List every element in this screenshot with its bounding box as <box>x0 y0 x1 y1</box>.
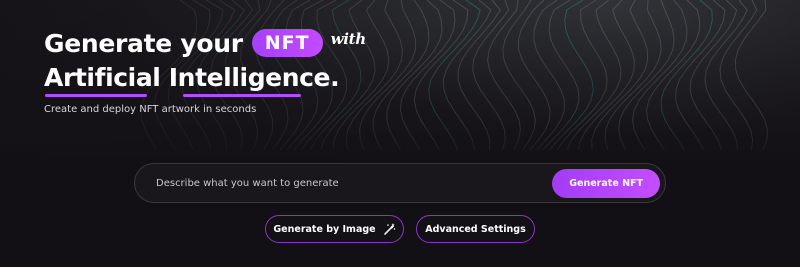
with-script-text: with <box>330 30 367 48</box>
title-underline-intelligence <box>183 94 301 97</box>
generate-by-image-button[interactable]: Generate by Image <box>265 215 404 243</box>
magic-wand-icon <box>383 223 395 235</box>
hero-title-line1: Generate your NFT with <box>44 26 366 60</box>
generate-nft-button[interactable]: Generate NFT <box>552 168 660 198</box>
generate-by-image-label: Generate by Image <box>273 223 376 235</box>
prompt-bar: Generate NFT <box>134 163 666 203</box>
title-underline-artificial <box>45 94 147 97</box>
advanced-settings-button[interactable]: Advanced Settings <box>416 215 535 243</box>
hero-subtitle: Create and deploy NFT artwork in seconds <box>44 104 257 115</box>
prompt-input[interactable] <box>156 177 553 189</box>
hero-title-line2: Artificial Intelligence. <box>44 63 340 92</box>
nft-badge: NFT <box>251 29 323 57</box>
hero-title-text: Generate your <box>44 28 243 58</box>
